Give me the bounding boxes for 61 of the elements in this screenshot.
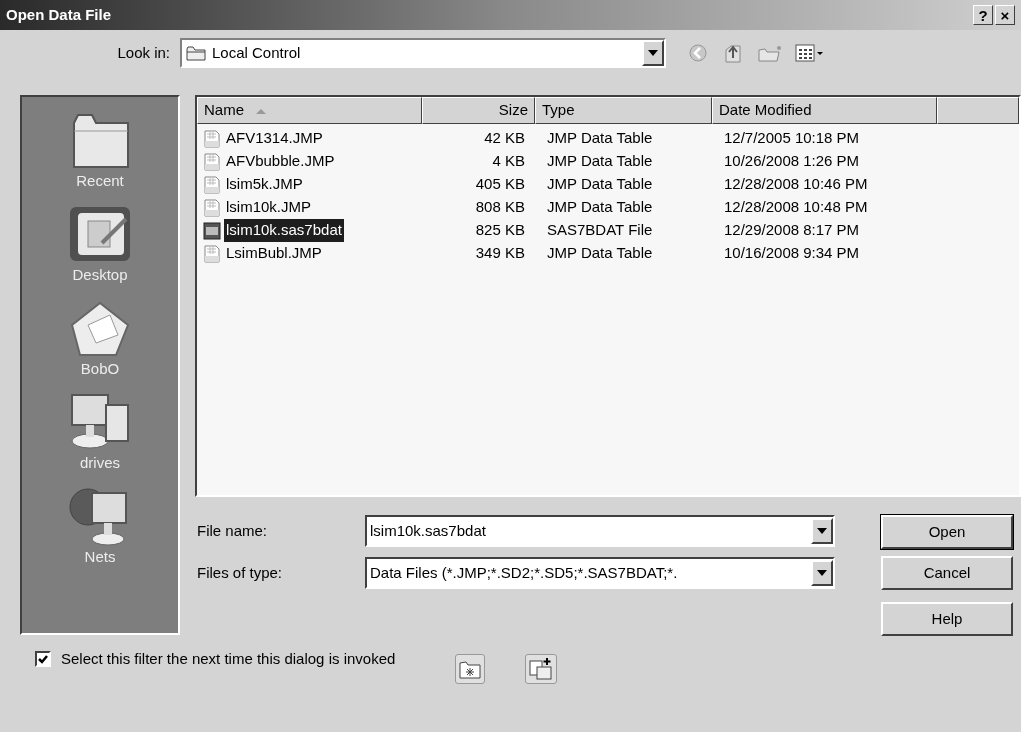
look-in-label: Look in:	[116, 42, 171, 63]
file-type-cell-text: JMP Data Table	[547, 174, 653, 195]
file-name[interactable]: AFVbubble.JMP	[224, 150, 337, 173]
place-item[interactable]: drives	[35, 389, 165, 481]
file-date-cell-text: 12/7/2005 10:18 PM	[724, 128, 860, 149]
close-button[interactable]: ×	[995, 5, 1015, 25]
column-header[interactable]: Type	[535, 97, 712, 124]
help-button[interactable]: Help	[881, 602, 1013, 636]
caret-icon	[816, 569, 828, 577]
file-type-cell-text: JMP Data Table	[547, 243, 653, 264]
file-name[interactable]: LsimBubl.JMP	[224, 242, 324, 265]
filter-checkbox[interactable]	[35, 651, 51, 667]
table-file-icon	[203, 244, 221, 263]
folder-icon	[186, 45, 206, 61]
caret-icon	[816, 527, 828, 535]
table-file-icon	[203, 152, 221, 171]
dropdown-button[interactable]	[811, 560, 833, 586]
file-size-cell-text: 405 KB	[475, 174, 525, 195]
table-file-icon	[203, 175, 221, 194]
file-type-cell-text: SAS7BDAT File	[547, 220, 653, 241]
cancel-button[interactable]: Cancel	[881, 556, 1013, 590]
file-size-cell-text: 808 KB	[475, 197, 525, 218]
file-name[interactable]: lsim5k.JMP	[224, 173, 305, 196]
table-file-icon	[203, 198, 221, 217]
file-size-cell-text: 42 KB	[484, 128, 525, 149]
look-in-value: Local Control	[212, 42, 301, 63]
file-type-cell-text: JMP Data Table	[547, 128, 653, 149]
file-name[interactable]: AFV1314.JMP	[224, 127, 325, 150]
add-window-button[interactable]	[525, 654, 558, 684]
file-type-cell-text: JMP Data Table	[547, 197, 653, 218]
window-title: Open Data File	[6, 4, 112, 25]
data-file-icon	[203, 221, 221, 240]
file-type-dropdown[interactable]: Data Files (*.JMP;*.SD2;*.SD5;*.SAS7BDAT;*.	[365, 557, 835, 589]
file-name[interactable]: lsim10k.JMP	[224, 196, 313, 219]
caret-icon	[647, 49, 659, 57]
file-size-cell-text: 825 KB	[475, 220, 525, 241]
file-name[interactable]: lsim10k.sas7bdat	[224, 219, 344, 242]
dropdown-button[interactable]	[811, 518, 833, 544]
files-of-type-label: Files of type:	[196, 562, 284, 583]
folder-star-button[interactable]	[455, 654, 486, 684]
place-item[interactable]: Desktop	[35, 201, 165, 293]
column-header[interactable]: Name	[197, 97, 422, 124]
file-date-cell-text: 12/28/2008 10:46 PM	[724, 174, 868, 195]
file-date-cell-text: 10/26/2008 1:26 PM	[724, 151, 860, 172]
file-type-cell-text: JMP Data Table	[547, 151, 653, 172]
file-name-field[interactable]: lsim10k.sas7bdat	[365, 515, 835, 547]
place-item[interactable]: Recent	[35, 107, 165, 199]
dropdown-button[interactable]	[642, 40, 664, 66]
table-file-icon	[203, 129, 221, 148]
column-header[interactable]: Size	[422, 97, 535, 124]
column-header[interactable]: Date Modified	[712, 97, 937, 124]
help-button[interactable]: ?	[973, 5, 993, 25]
open-button[interactable]: Open	[881, 515, 1013, 549]
filter-checkbox-label: Select this filter the next time this dialog is invoked	[61, 648, 396, 669]
file-size-cell-text: 4 KB	[492, 151, 525, 172]
look-in-dropdown[interactable]: Local Control	[180, 38, 666, 68]
file-date-cell-text: 10/16/2008 9:34 PM	[724, 243, 860, 264]
file-date-cell-text: 12/28/2008 10:48 PM	[724, 197, 868, 218]
file-name-label: File name:	[196, 520, 269, 541]
file-size-cell-text: 349 KB	[475, 243, 525, 264]
file-date-cell-text: 12/29/2008 8:17 PM	[724, 220, 860, 241]
